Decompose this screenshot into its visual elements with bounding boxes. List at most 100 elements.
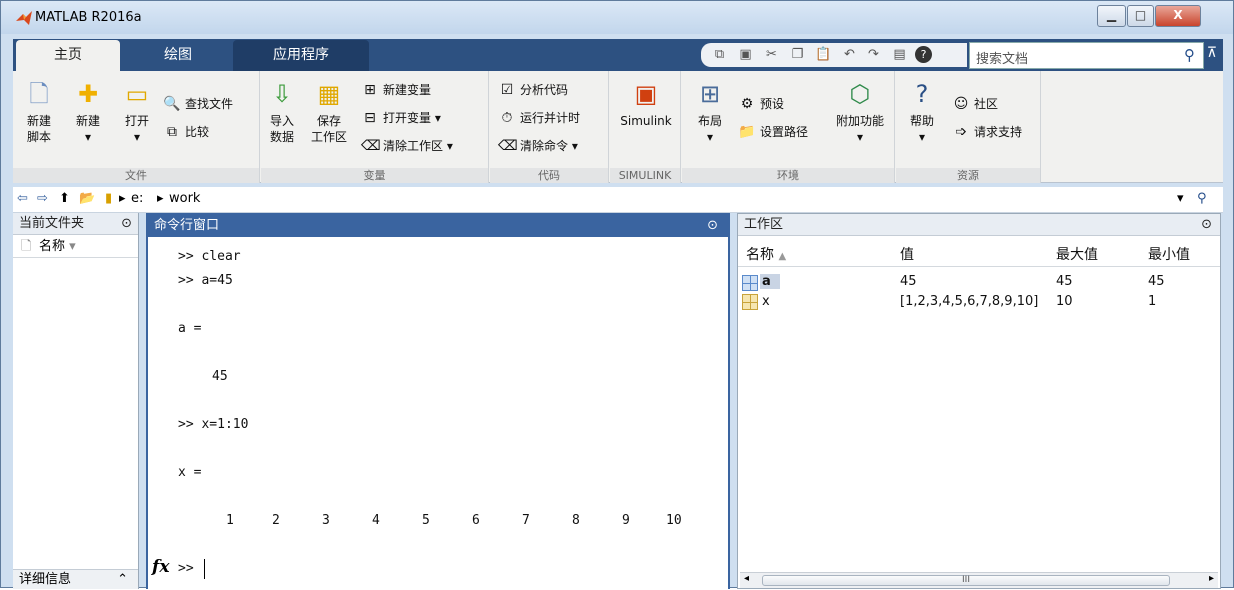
variable-min: 45 (1148, 274, 1165, 289)
community-button[interactable]: ☺ 社区 (952, 93, 998, 115)
current-folder-title: 当前文件夹 (19, 216, 85, 231)
text-cursor (204, 559, 205, 579)
output-number: 8 (572, 513, 580, 528)
preferences-label: 预设 (760, 97, 785, 111)
open-variable-button[interactable]: ⊟ 打开变量 ▾ (361, 107, 441, 129)
compare-button[interactable]: ⧉ 比较 (163, 121, 209, 143)
group-title-file: 文件 (13, 168, 259, 183)
back-icon[interactable]: ⇦ (17, 191, 28, 206)
details-bar[interactable]: 详细信息 ⌃ (13, 569, 138, 589)
import-icon: ⇩ (271, 80, 293, 108)
output-value: 45 (212, 369, 228, 384)
copy-icon[interactable]: ❐ (789, 46, 806, 63)
set-path-button[interactable]: 📁 设置路径 (738, 121, 808, 143)
command-window[interactable]: 命令行窗口 ⊙ >> clear >> a=45 a = 45 >> x=1:10… (146, 213, 730, 589)
up-folder-icon[interactable]: ⬆ (59, 191, 70, 206)
preferences-button[interactable]: ⚙ 预设 (738, 93, 784, 115)
scroll-left-icon[interactable]: ◂ (744, 573, 749, 584)
column-header-value[interactable]: 值 (900, 244, 914, 264)
variable-name[interactable]: x (762, 294, 770, 309)
undo-icon[interactable]: ↶ (841, 46, 858, 63)
new-script-button[interactable]: 🗋 新建 脚本 (19, 79, 59, 145)
new-button[interactable]: ✚ 新建 ▾ (68, 79, 108, 145)
close-button[interactable]: X (1155, 5, 1201, 27)
minimize-button[interactable]: ▁ (1097, 5, 1126, 27)
output-number: 2 (272, 513, 280, 528)
scroll-right-icon[interactable]: ▸ (1209, 573, 1214, 584)
search-documentation-input[interactable]: 搜索文档 ⚲ (969, 42, 1204, 69)
forward-icon[interactable]: ⇨ (37, 191, 48, 206)
address-dropdown-icon[interactable]: ▾ (1177, 191, 1184, 206)
compare-icon: ⧉ (167, 124, 177, 140)
scroll-thumb[interactable]: III (762, 575, 1170, 586)
import-data-button[interactable]: ⇩ 导入 数据 (263, 79, 301, 145)
tab-apps[interactable]: 应用程序 (233, 40, 369, 71)
search-icon[interactable]: ⚲ (1184, 46, 1195, 64)
community-label: 社区 (974, 97, 999, 111)
search-folder-icon[interactable]: ⚲ (1197, 191, 1207, 206)
address-bar: ⇦ ⇨ ⬆ 📂 ▮ ▸ e: ▸ work ▾ ⚲ (13, 187, 1223, 213)
breadcrumb-folder[interactable]: work (169, 191, 200, 206)
output-number: 7 (522, 513, 530, 528)
shortcut-icon[interactable]: ⧉ (711, 46, 728, 63)
switch-windows-icon[interactable]: ▤ (891, 46, 908, 63)
run-and-time-button[interactable]: ⏱ 运行并计时 (498, 107, 580, 129)
clear-workspace-button[interactable]: ⌫ 清除工作区 ▾ (361, 135, 453, 157)
title-bar: MATLAB R2016a ▁ □ X (1, 1, 1233, 34)
chevron-up-icon: ⌃ (117, 572, 128, 587)
save-workspace-button[interactable]: ▦ 保存 工作区 (307, 79, 351, 145)
add-ons-button[interactable]: ⬡ 附加功能 ▾ (830, 79, 890, 145)
column-name-label: 名称 (746, 247, 774, 263)
panel-menu-icon[interactable]: ⊙ (707, 215, 718, 236)
simulink-button[interactable]: ▣ Simulink (616, 79, 676, 129)
command-line: >> clear (178, 249, 241, 264)
analyze-code-label: 分析代码 (520, 83, 569, 97)
request-support-button[interactable]: ➩ 请求支持 (952, 121, 1022, 143)
analyze-code-button[interactable]: ☑ 分析代码 (498, 79, 568, 101)
file-icon: 🗋 (21, 239, 32, 254)
help-button[interactable]: ? 帮助 ▾ (904, 79, 940, 145)
browse-folder-icon[interactable]: 📂 (79, 191, 95, 206)
name-column-header[interactable]: 🗋 名称 ▾ (13, 236, 138, 258)
new-label: 新建 (75, 114, 100, 128)
set-path-icon: 📁 (738, 124, 756, 140)
help-icon[interactable]: ? (915, 46, 932, 63)
sort-arrow-icon: ▲ (778, 251, 787, 262)
fx-icon[interactable]: fx (152, 557, 169, 577)
output-number: 1 (226, 513, 234, 528)
layout-button[interactable]: ⊞ 布局 ▾ (692, 79, 728, 145)
collapse-ribbon-icon[interactable]: ⊼ (1207, 45, 1217, 61)
panel-menu-icon[interactable]: ⊙ (1201, 214, 1212, 236)
panel-menu-icon[interactable]: ⊙ (121, 213, 132, 235)
compare-label: 比较 (185, 125, 210, 139)
variable-min: 1 (1148, 294, 1157, 309)
save-icon[interactable]: ▣ (737, 46, 754, 63)
plus-icon: ✚ (77, 80, 99, 108)
command-line: >> a=45 (178, 273, 233, 288)
find-files-button[interactable]: 🔍 查找文件 (163, 93, 233, 115)
dropdown-arrow-icon: ▾ (133, 130, 141, 144)
maximize-button[interactable]: □ (1127, 5, 1154, 27)
clear-commands-button[interactable]: ⌫ 清除命令 ▾ (498, 135, 578, 157)
current-folder-header: 当前文件夹 ⊙ (13, 213, 138, 235)
open-button[interactable]: ▭ 打开 ▾ (117, 79, 157, 145)
gear-icon: ⚙ (740, 96, 754, 112)
open-variable-icon: ⊟ (364, 110, 376, 126)
tab-plots[interactable]: 绘图 (128, 40, 228, 71)
breadcrumb-drive[interactable]: e: (131, 191, 143, 206)
horizontal-scrollbar[interactable]: ◂ III ▸ (740, 572, 1218, 588)
column-header-max[interactable]: 最大值 (1056, 244, 1098, 264)
paste-icon[interactable]: 📋 (815, 46, 832, 63)
help-label: 帮助 (909, 114, 934, 128)
variable-name[interactable]: a (760, 274, 780, 289)
group-title-variable: 变量 (261, 168, 488, 183)
current-folder-panel: 当前文件夹 ⊙ 🗋 名称 ▾ 详细信息 ⌃ (13, 213, 139, 589)
dropdown-arrow-icon: ▾ (84, 130, 92, 144)
variable-value: 45 (900, 274, 917, 289)
tab-home[interactable]: 主页 (16, 40, 120, 71)
column-header-min[interactable]: 最小值 (1148, 244, 1190, 264)
new-variable-button[interactable]: ⊞ 新建变量 (361, 79, 431, 101)
redo-icon[interactable]: ↷ (865, 46, 882, 63)
cut-icon[interactable]: ✂ (763, 46, 780, 63)
column-header-name[interactable]: 名称 ▲ (746, 244, 786, 264)
